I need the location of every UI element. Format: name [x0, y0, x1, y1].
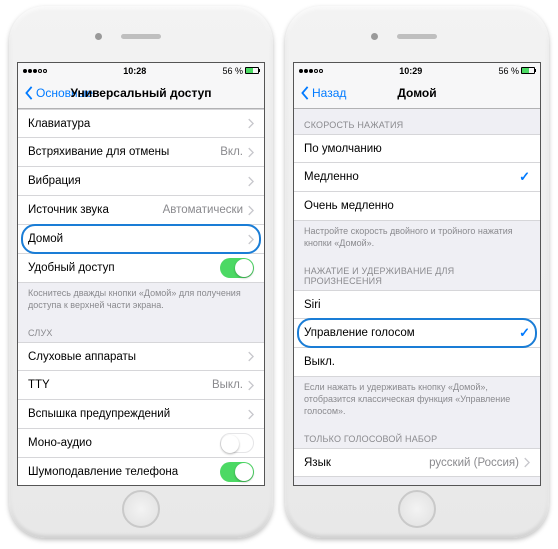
toggle-switch[interactable] [220, 462, 254, 482]
status-bar: 10:28 56 % [18, 63, 264, 78]
battery-pct: 56 % [222, 66, 243, 76]
row-value: Автоматически [163, 204, 243, 216]
chevron-right-icon [523, 457, 530, 468]
settings-row[interactable]: Встряхивание для отменыВкл. [18, 138, 264, 167]
home-button[interactable] [398, 490, 436, 528]
settings-row[interactable]: Источник звукаАвтоматически [18, 196, 264, 225]
row-value: русский (Россия) [429, 457, 519, 469]
section-header: СЛУХ [18, 317, 264, 342]
row-label: Источник звука [28, 204, 163, 216]
phone-speaker [121, 34, 161, 39]
content-right[interactable]: СКОРОСТЬ НАЖАТИЯ По умолчаниюМедленно✓Оч… [294, 109, 540, 485]
row-label: Домой [28, 233, 247, 245]
row-label: Удобный доступ [28, 262, 220, 274]
battery-pct: 56 % [498, 66, 519, 76]
chevron-right-icon [247, 118, 254, 129]
chevron-right-icon [247, 147, 254, 158]
settings-row[interactable]: Моно-аудио [18, 429, 264, 458]
settings-row[interactable]: По умолчанию [294, 134, 540, 163]
settings-row[interactable]: Очень медленно [294, 192, 540, 221]
row-label: Слуховые аппараты [28, 351, 247, 363]
chevron-left-icon [24, 86, 34, 100]
row-label: Выкл. [304, 356, 530, 368]
settings-row[interactable]: Вибрация [18, 167, 264, 196]
settings-row[interactable]: Вспышка предупреждений [18, 400, 264, 429]
section-header: СКОРОСТЬ НАЖАТИЯ [294, 109, 540, 134]
back-label: Основные [36, 86, 93, 100]
phone-camera [371, 33, 378, 40]
signal-icon [23, 69, 47, 73]
section-header: ТОЛЬКО ГОЛОСОВОЙ НАБОР [294, 423, 540, 448]
home-button[interactable] [122, 490, 160, 528]
row-value: Вкл. [220, 146, 243, 158]
chevron-right-icon [247, 234, 254, 245]
phone-speaker [397, 34, 437, 39]
footer-text: Если нажать и удерживать кнопку «Домой»,… [294, 377, 540, 423]
row-label: Шумоподавление телефона [28, 466, 220, 478]
row-label: Клавиатура [28, 118, 247, 130]
row-value: Выкл. [212, 379, 243, 391]
phone-camera [95, 33, 102, 40]
settings-row[interactable]: Управление голосом✓ [294, 319, 540, 348]
battery-icon [521, 67, 535, 74]
chevron-right-icon [247, 409, 254, 420]
chevron-right-icon [247, 380, 254, 391]
screen-left: 10:28 56 % Основные Универсальный доступ… [17, 62, 265, 486]
footer-text: Настройте скорость двойного и тройного н… [294, 221, 540, 255]
section-header: НАЖАТИЕ И УДЕРЖИВАНИЕ ДЛЯ ПРОИЗНЕСЕНИЯ [294, 255, 540, 290]
row-label: Язык [304, 457, 429, 469]
chevron-right-icon [247, 351, 254, 362]
checkmark-icon: ✓ [519, 169, 530, 185]
back-button[interactable]: Основные [24, 86, 93, 100]
back-label: Назад [312, 86, 346, 100]
settings-row[interactable]: Клавиатура [18, 109, 264, 138]
signal-icon [299, 69, 323, 73]
content-left[interactable]: Клавиатура Встряхивание для отменыВкл. Виб… [18, 109, 264, 485]
row-label: Медленно [304, 171, 519, 183]
toggle-switch[interactable] [220, 258, 254, 278]
row-label: По умолчанию [304, 143, 530, 155]
row-label: Вибрация [28, 175, 247, 187]
status-time: 10:29 [323, 66, 498, 76]
battery-icon [245, 67, 259, 74]
nav-bar: Назад Домой [294, 78, 540, 109]
phone-left: 10:28 56 % Основные Универсальный доступ… [9, 6, 273, 538]
settings-row[interactable]: Шумоподавление телефона [18, 458, 264, 485]
settings-row[interactable]: TTYВыкл. [18, 371, 264, 400]
chevron-right-icon [247, 205, 254, 216]
back-button[interactable]: Назад [300, 86, 346, 100]
settings-row[interactable]: Домой [18, 225, 264, 254]
settings-row[interactable]: Siri [294, 290, 540, 319]
screen-right: 10:29 56 % Назад Домой СКОРОСТЬ НАЖАТИЯ … [293, 62, 541, 486]
status-bar: 10:29 56 % [294, 63, 540, 78]
checkmark-icon: ✓ [519, 325, 530, 341]
status-time: 10:28 [47, 66, 222, 76]
row-label: Вспышка предупреждений [28, 408, 247, 420]
chevron-right-icon [247, 176, 254, 187]
toggle-switch[interactable] [220, 433, 254, 453]
settings-row[interactable]: Слуховые аппараты [18, 342, 264, 371]
row-label: Встряхивание для отмены [28, 146, 220, 158]
row-label: Моно-аудио [28, 437, 220, 449]
settings-row[interactable]: Медленно✓ [294, 163, 540, 192]
phone-right: 10:29 56 % Назад Домой СКОРОСТЬ НАЖАТИЯ … [285, 6, 549, 538]
row-label: Siri [304, 299, 530, 311]
row-label: Управление голосом [304, 327, 519, 339]
row-label: Очень медленно [304, 200, 530, 212]
footer-text: Коснитесь дважды кнопки «Домой» для полу… [18, 283, 264, 317]
settings-row[interactable]: Выкл. [294, 348, 540, 377]
settings-row[interactable]: Удобный доступ [18, 254, 264, 283]
chevron-left-icon [300, 86, 310, 100]
row-label: TTY [28, 379, 212, 391]
settings-row[interactable]: Языкрусский (Россия) [294, 448, 540, 477]
nav-bar: Основные Универсальный доступ [18, 78, 264, 109]
